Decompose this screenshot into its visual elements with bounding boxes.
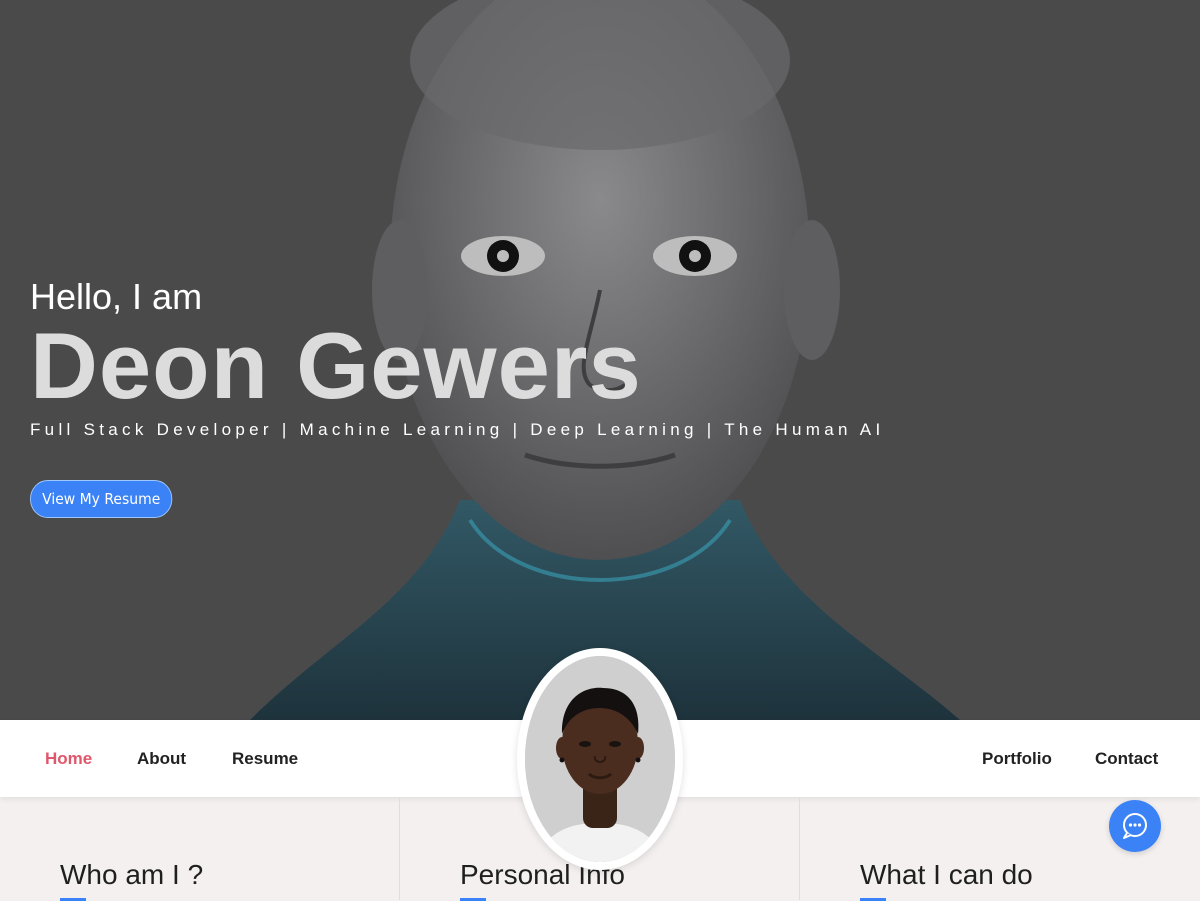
chat-button[interactable] <box>1109 800 1161 852</box>
nav-item-about[interactable]: About <box>137 749 186 769</box>
what-i-can-do-heading: What I can do <box>860 859 1033 890</box>
nav-item-resume[interactable]: Resume <box>232 749 298 769</box>
column-divider <box>399 797 400 900</box>
nav-item-portfolio[interactable]: Portfolio <box>982 749 1052 769</box>
who-am-i-heading: Who am I ? <box>60 859 204 890</box>
profile-photo <box>525 656 675 862</box>
nav-item-home[interactable]: Home <box>45 749 92 769</box>
column-divider <box>799 797 800 900</box>
hero-name: Deon Gewers <box>30 313 642 418</box>
chat-bubble-icon <box>1123 813 1147 839</box>
view-resume-button[interactable]: View My Resume <box>30 480 173 518</box>
nav-item-contact[interactable]: Contact <box>1095 749 1158 769</box>
profile-avatar-frame <box>517 648 683 870</box>
hero-tagline: Full Stack Developer | Machine Learning … <box>30 420 885 439</box>
hero-section: Hello, I am Deon Gewers Full Stack Devel… <box>0 0 1200 720</box>
avatar <box>525 656 675 862</box>
